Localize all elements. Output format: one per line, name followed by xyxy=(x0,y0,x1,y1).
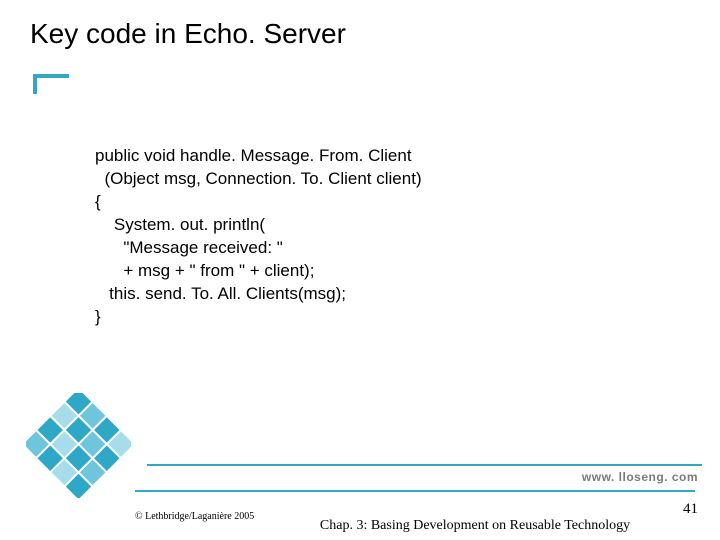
footer-url: www. lloseng. com xyxy=(582,470,698,484)
code-line: + msg + " from " + client); xyxy=(95,261,314,280)
slide-title: Key code in Echo. Server xyxy=(30,18,346,50)
page-number: 41 xyxy=(683,501,698,518)
code-line: } xyxy=(95,307,101,326)
code-line: (Object msg, Connection. To. Client clie… xyxy=(95,169,422,188)
footer-copyright: © Lethbridge/Laganière 2005 xyxy=(135,511,254,522)
code-block: public void handle. Message. From. Clien… xyxy=(95,145,422,329)
code-line: this. send. To. All. Clients(msg); xyxy=(95,284,346,303)
footer-chapter: Chap. 3: Basing Development on Reusable … xyxy=(315,518,635,535)
accent-bar-vertical xyxy=(33,74,37,94)
divider-top xyxy=(147,464,702,466)
accent-bar-horizontal xyxy=(33,74,69,78)
code-line: { xyxy=(95,192,101,211)
code-line: "Message received: " xyxy=(95,238,283,257)
corner-decor-icon xyxy=(26,393,131,498)
code-line: System. out. println( xyxy=(95,215,265,234)
divider-bottom xyxy=(135,490,695,492)
code-line: public void handle. Message. From. Clien… xyxy=(95,146,412,165)
